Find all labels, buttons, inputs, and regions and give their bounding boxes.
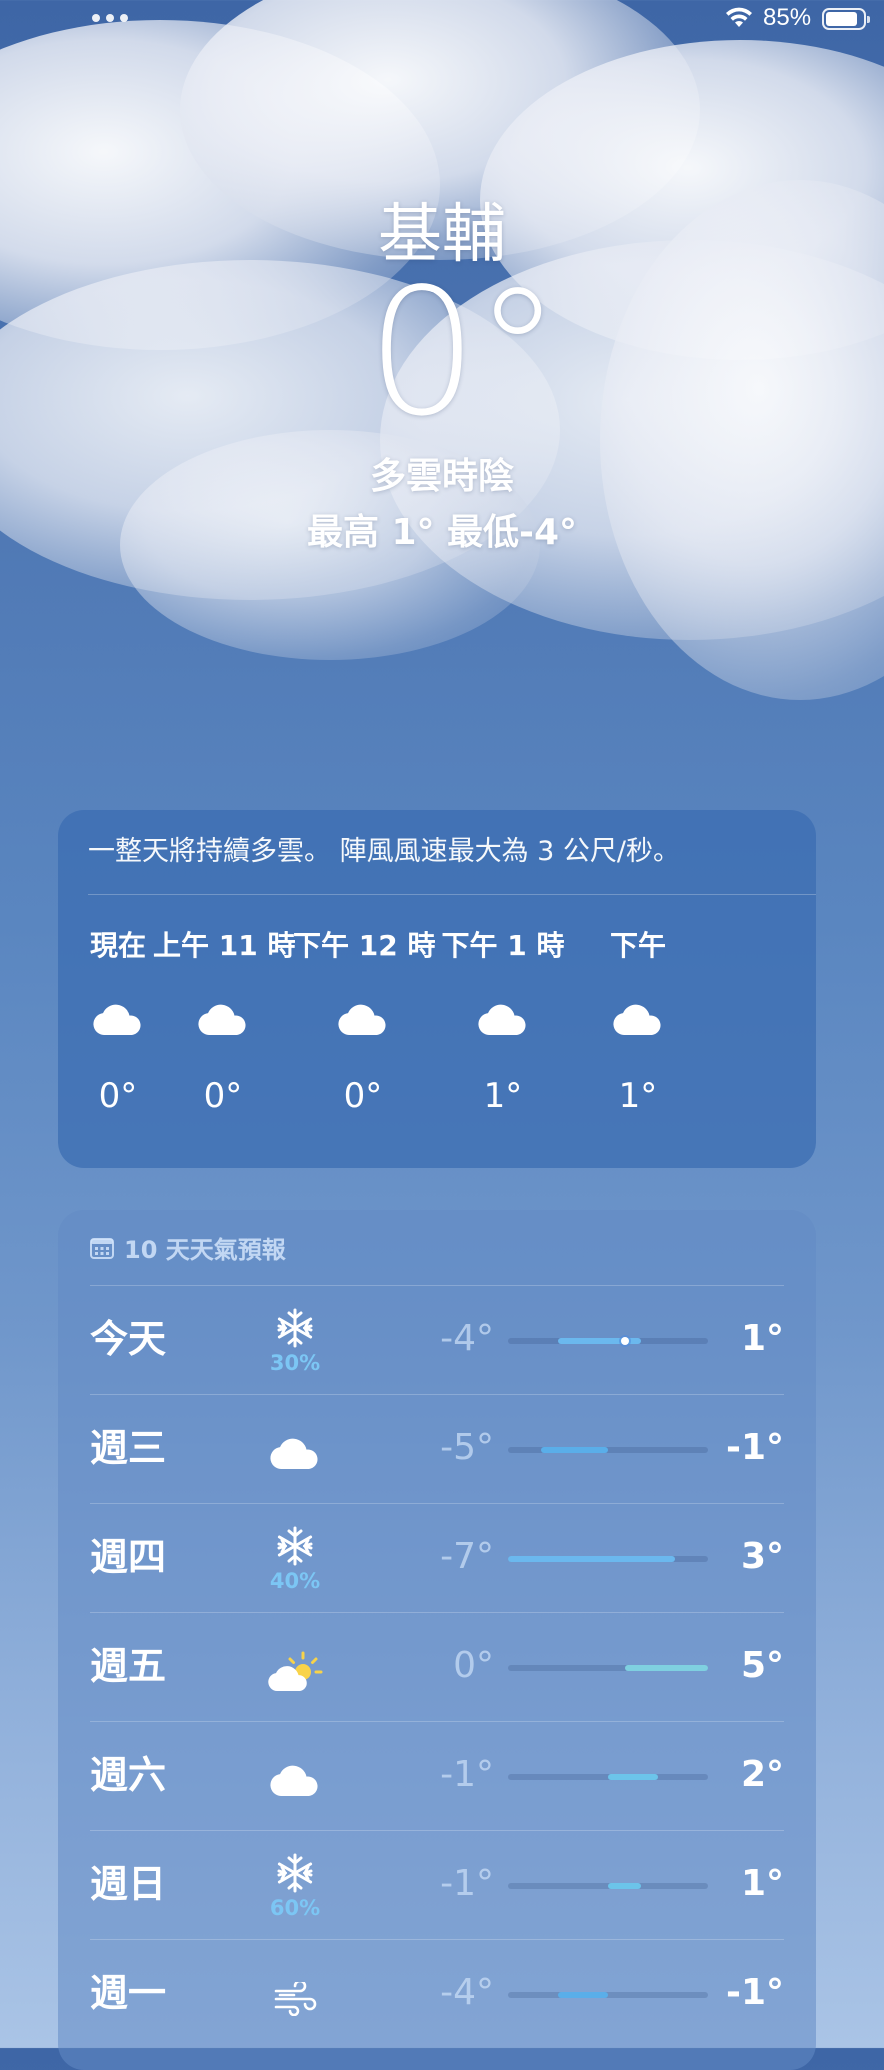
temp-range-bar [508,1774,708,1780]
temp-range-fill [558,1338,642,1344]
low-temp: -5° [440,1427,494,1468]
low-temp: -4° [440,1972,494,2013]
daily-row[interactable]: 週三 -5° -1° [90,1394,784,1503]
temp-range-bar [508,1447,708,1453]
condition-text: 多雲時陰 [369,456,514,497]
current-weather: 基輔 0° 多雲時陰 最高 1° 最低-4° [0,195,884,557]
precip-chance: 60% [269,1896,321,1920]
daily-row[interactable]: 週四 40% -7° 3° [90,1503,784,1612]
current-temp-dot [620,1337,629,1345]
temp-range-fill [608,1883,642,1889]
high-temp: 5° [740,1645,784,1686]
divider [88,894,816,895]
hi-lo-text: 最高 1° 最低-4° [306,512,578,553]
daily-row[interactable]: 週日 60% -1° 1° [90,1830,784,1939]
day-label: 週五 [90,1644,167,1688]
daily-forecast-card[interactable]: 10 天天氣預報 今天 30% -4° 1° 週三 -5° -1° 週四 40% -7° 3° 週五 0… [58,1210,816,2070]
high-temp: 1° [740,1863,784,1904]
calendar-icon [90,1237,114,1259]
day-label: 週三 [90,1426,167,1470]
hourly-forecast-card[interactable]: 一整天將持續多雲。 陣風風速最大為 3 公尺/秒。 現在 0° 上午 11 時 0° 下… [58,810,816,1168]
high-temp: -1° [726,1972,784,2013]
temp-range-bar [508,1992,708,1998]
hour-item: 下午 12 時 0° [293,910,436,1118]
temp-range-bar [508,1665,708,1671]
more-dots-icon[interactable] [92,14,128,22]
partly-sunny-icon [260,1637,330,1707]
temp-range-bar [508,1337,708,1345]
low-temp: -1° [440,1754,494,1795]
daily-row[interactable]: 週一 -4° -1° [90,1939,784,2048]
low-temp: 0° [453,1645,494,1686]
hour-temp: 1° [618,1076,658,1116]
hourly-summary: 一整天將持續多雲。 陣風風速最大為 3 公尺/秒。 [88,836,681,867]
wifi-icon [726,7,752,27]
temp-range-fill [541,1447,608,1453]
temp-range-bar [508,1883,708,1889]
wind-icon [260,1964,330,2034]
hour-label: 下午 12 時 [293,929,436,962]
snowflake-icon: 40% [260,1524,330,1594]
day-label: 今天 [90,1317,167,1361]
day-label: 週六 [90,1753,167,1797]
high-temp: 3° [740,1536,784,1577]
cloud-icon [568,990,708,1050]
hour-temp: 0° [343,1076,383,1116]
battery-percent: 85% [763,4,812,31]
daily-header: 10 天天氣預報 [90,1230,286,1265]
daily-header-label: 10 天天氣預報 [124,1236,286,1264]
high-temp: -1° [726,1427,784,1468]
status-bar: 85% [0,0,884,40]
low-temp: -7° [440,1536,494,1577]
cloud-icon [433,990,573,1050]
temp-range-fill [558,1992,608,1998]
hour-temp: 0° [203,1076,243,1116]
low-temp: -1° [440,1863,494,1904]
hour-label: 下午 [609,929,666,962]
high-temp: 1° [740,1318,784,1359]
daily-row[interactable]: 週五 0° 5° [90,1612,784,1721]
temp-range-fill [608,1774,658,1780]
hour-item: 下午 1° [568,910,708,1118]
temp-range-fill [624,1665,708,1671]
daily-row[interactable]: 今天 30% -4° 1° [90,1285,784,1394]
snowflake-icon: 60% [260,1851,330,1921]
cloud-icon [260,1746,330,1816]
precip-chance: 40% [269,1569,321,1593]
hour-label: 下午 1 時 [441,929,565,962]
temp-range-fill [508,1556,675,1562]
low-temp: -4° [440,1318,494,1359]
hour-item: 下午 1 時 1° [433,910,573,1118]
day-label: 週日 [90,1862,167,1906]
hourly-strip[interactable]: 現在 0° 上午 11 時 0° 下午 12 時 0° 下午 1 時 1° 下午 1° [58,910,816,1168]
temp-range-bar [508,1556,708,1562]
daily-rows: 今天 30% -4° 1° 週三 -5° -1° 週四 40% -7° 3° 週五 0° 5° 週六 -1° 2… [90,1285,784,2048]
day-label: 週一 [90,1971,167,2015]
cloud-icon [293,990,433,1050]
current-temperature: 0° [366,252,562,455]
snowflake-icon: 30% [260,1306,330,1376]
high-temp: 2° [740,1754,784,1795]
hour-label: 上午 11 時 [153,929,296,962]
cloud-icon [153,990,293,1050]
precip-chance: 30% [269,1351,321,1375]
daily-row[interactable]: 週六 -1° 2° [90,1721,784,1830]
battery-icon [822,8,870,30]
hour-temp: 1° [483,1076,523,1116]
cloud-icon [260,1419,330,1489]
day-label: 週四 [90,1535,167,1579]
hour-item: 上午 11 時 0° [153,910,296,1118]
